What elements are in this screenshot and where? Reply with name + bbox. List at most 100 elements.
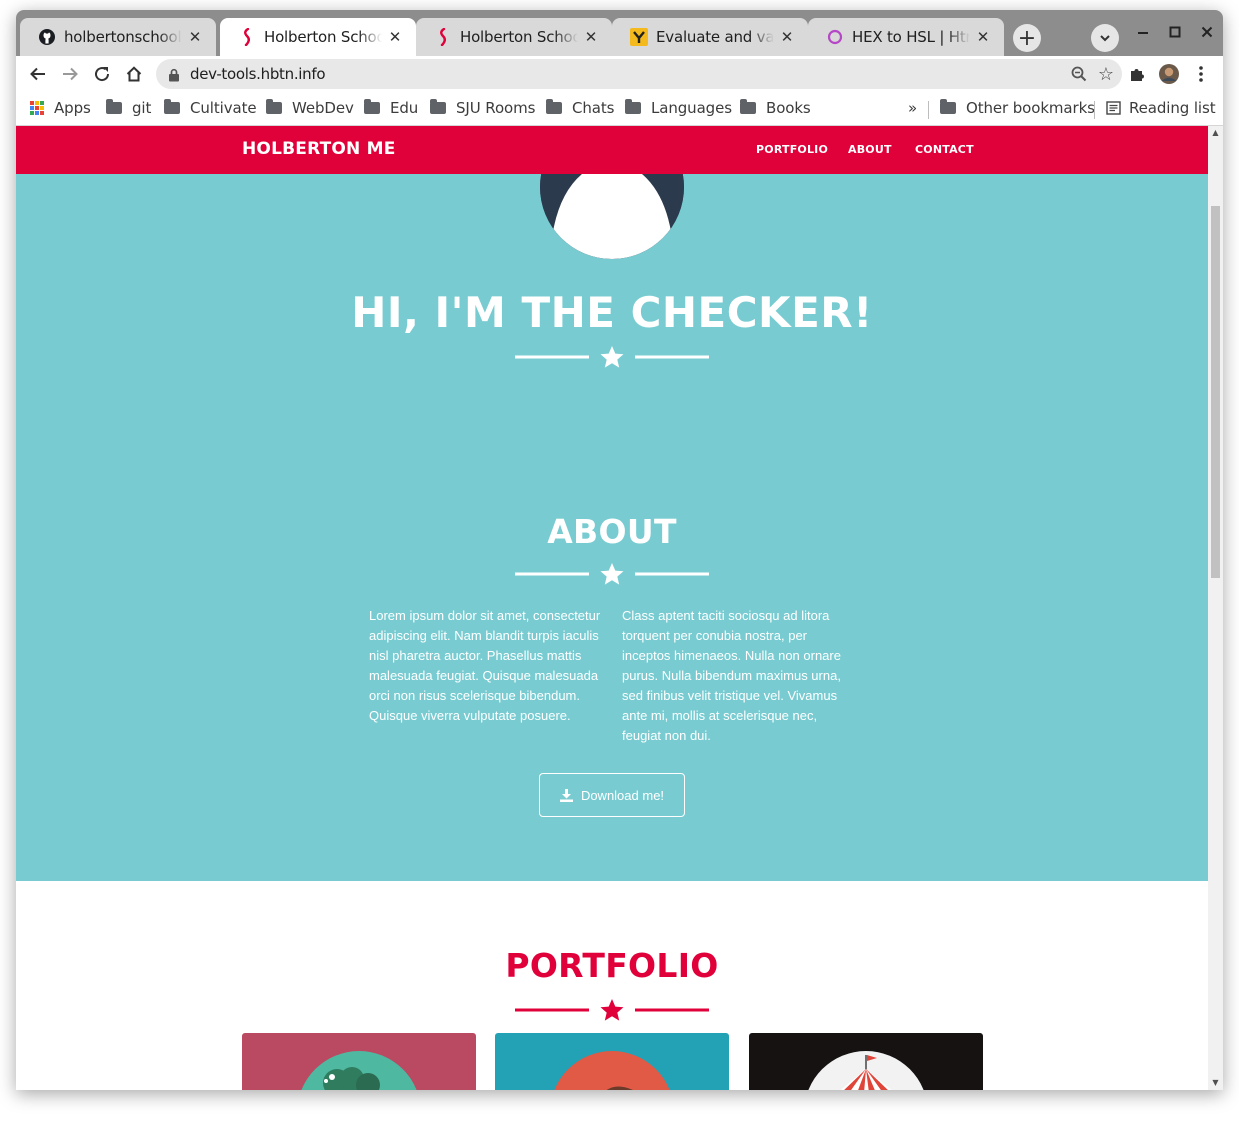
scroll-down-arrow-icon[interactable]: ▼ — [1211, 1078, 1220, 1088]
site-navbar: HOLBERTON ME PORTFOLIO ABOUT CONTACT — [16, 126, 1208, 174]
folder-icon — [364, 99, 380, 114]
reload-icon — [95, 67, 110, 82]
folder-icon — [164, 99, 180, 114]
browser-toolbar: dev-tools.hbtn.info ☆ — [16, 56, 1223, 92]
url-text: dev-tools.hbtn.info — [190, 65, 326, 83]
menu-button[interactable] — [1187, 60, 1215, 88]
new-tab-button[interactable]: + — [1013, 24, 1041, 52]
bookmark-label: Edu — [390, 99, 419, 117]
reading-list[interactable]: Reading list — [1106, 99, 1216, 117]
tab-evaluate[interactable]: Evaluate and valida ✕ — [612, 18, 808, 56]
close-window-button[interactable] — [1192, 22, 1222, 42]
folder-icon — [625, 99, 641, 114]
bookmark-label: Chats — [572, 99, 615, 117]
tab-hex-to-hsl[interactable]: HEX to HSL | Html C ✕ — [808, 18, 1004, 56]
nav-link-contact[interactable]: CONTACT — [915, 143, 974, 156]
scroll-up-arrow-icon[interactable]: ▲ — [1211, 128, 1220, 138]
maximize-button[interactable] — [1160, 22, 1190, 42]
tab-title: Holberton School - — [264, 28, 382, 46]
apps-grid-icon — [30, 101, 44, 115]
page-scrollbar[interactable]: ▲ ▼ — [1208, 126, 1223, 1090]
minimize-button[interactable] — [1128, 22, 1158, 42]
extensions-button[interactable] — [1123, 60, 1151, 88]
folder-icon — [266, 99, 282, 114]
close-icon[interactable]: ✕ — [582, 28, 600, 46]
portfolio-card-cabin[interactable] — [242, 1033, 476, 1090]
bookmark-folder-edu[interactable]: Edu — [364, 99, 418, 117]
bookmark-label: Languages — [651, 99, 732, 117]
address-bar[interactable]: dev-tools.hbtn.info ☆ — [156, 59, 1122, 89]
puzzle-icon — [1131, 69, 1144, 81]
bookmark-folder-books[interactable]: Books — [740, 99, 811, 117]
home-button[interactable] — [120, 60, 148, 88]
about-title: ABOUT — [547, 512, 677, 551]
hero-title: HI, I'M THE CHECKER! — [351, 288, 873, 337]
portfolio-title: PORTFOLIO — [505, 946, 719, 985]
tab-title: Evaluate and valida — [656, 28, 774, 46]
arrow-left-icon — [30, 67, 45, 81]
bookmarks-separator — [928, 101, 929, 119]
tab-github[interactable]: holbertonschool-w ✕ — [20, 18, 216, 56]
bookmark-folder-cultivate[interactable]: Cultivate — [164, 99, 257, 117]
tab-strip: holbertonschool-w ✕ Holberton School - ✕… — [16, 10, 1223, 56]
github-icon — [38, 28, 56, 46]
hero-section: HI, I'M THE CHECKER! ABOUT Lorem ipsum d… — [16, 126, 1208, 881]
yapi-icon — [630, 28, 648, 46]
star-icon — [600, 999, 624, 1021]
minimize-icon — [1138, 32, 1148, 34]
nav-link-about[interactable]: ABOUT — [848, 143, 892, 156]
back-button[interactable] — [24, 60, 52, 88]
bookmark-folder-git[interactable]: git — [106, 99, 151, 117]
close-icon[interactable]: ✕ — [974, 28, 992, 46]
download-button[interactable]: Download me! — [539, 773, 685, 817]
forward-button[interactable] — [56, 60, 84, 88]
bookmark-star-icon[interactable]: ☆ — [1098, 64, 1114, 85]
hero-star-divider — [515, 346, 709, 368]
folder-icon — [106, 99, 122, 114]
nav-link-portfolio[interactable]: PORTFOLIO — [756, 143, 828, 156]
reload-button[interactable] — [88, 60, 116, 88]
portfolio-card-cake[interactable] — [495, 1033, 729, 1090]
about-text-left: Lorem ipsum dolor sit amet, consectetur … — [369, 608, 601, 723]
tab-title: holbertonschool-w — [64, 28, 182, 46]
download-icon — [559, 788, 573, 802]
browser-window: holbertonschool-w ✕ Holberton School - ✕… — [16, 10, 1223, 1090]
bookmark-folder-chats[interactable]: Chats — [546, 99, 614, 117]
tab-search-button[interactable] — [1091, 24, 1119, 52]
scrollbar-thumb[interactable] — [1211, 206, 1220, 578]
download-button-label: Download me! — [580, 787, 665, 803]
tab-holberton[interactable]: Holberton School - ✕ — [416, 18, 612, 56]
tab-title: HEX to HSL | Html C — [852, 28, 970, 46]
cabin-illustration-icon — [301, 1051, 417, 1090]
lock-icon — [168, 67, 180, 86]
folder-icon — [740, 99, 756, 114]
holberton-icon — [434, 28, 452, 46]
portfolio-card-circus[interactable] — [749, 1033, 983, 1090]
bookmark-label: Cultivate — [190, 99, 257, 117]
about-star-divider — [515, 563, 709, 585]
folder-icon — [546, 99, 562, 114]
bookmark-apps[interactable]: Apps — [30, 99, 91, 117]
folder-icon — [430, 99, 446, 114]
circle-icon — [826, 28, 844, 46]
bookmarks-separator — [1094, 101, 1095, 119]
other-bookmarks[interactable]: Other bookmarks — [940, 99, 1095, 117]
arrow-right-icon — [63, 67, 78, 81]
close-icon[interactable]: ✕ — [386, 28, 404, 46]
zoom-icon[interactable] — [1070, 65, 1088, 87]
bookmark-folder-languages[interactable]: Languages — [625, 99, 732, 117]
profile-avatar[interactable] — [1155, 60, 1183, 88]
about-text-right: Class aptent taciti sociosqu ad litora t… — [622, 608, 841, 743]
close-icon[interactable]: ✕ — [778, 28, 796, 46]
site-brand[interactable]: HOLBERTON ME — [242, 139, 396, 159]
tab-holberton-active[interactable]: Holberton School - ✕ — [220, 18, 416, 56]
reading-list-icon — [1106, 101, 1121, 115]
maximize-icon — [1169, 26, 1181, 38]
bookmark-folder-webdev[interactable]: WebDev — [266, 99, 354, 117]
bookmark-folder-sju-rooms[interactable]: SJU Rooms — [430, 99, 535, 117]
bookmark-label: SJU Rooms — [456, 99, 536, 117]
cake-illustration-icon — [554, 1051, 670, 1090]
close-icon[interactable]: ✕ — [186, 28, 204, 46]
bookmarks-overflow-button[interactable]: » — [908, 99, 917, 117]
page-viewport: HI, I'M THE CHECKER! ABOUT Lorem ipsum d… — [16, 126, 1208, 1090]
